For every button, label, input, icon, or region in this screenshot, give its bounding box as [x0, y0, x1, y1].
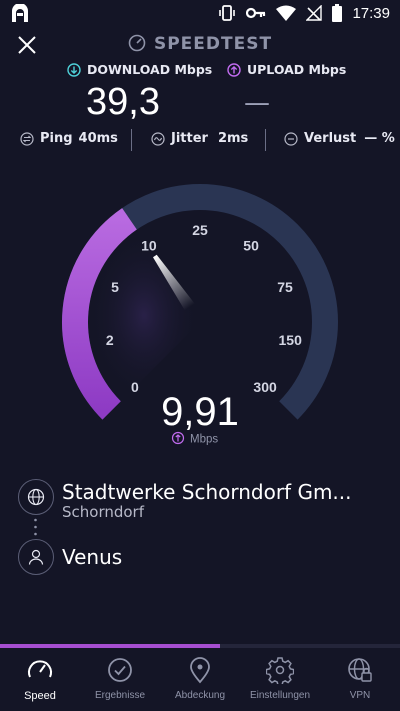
- map-pin-icon: [190, 657, 210, 684]
- status-bar: 17:39: [0, 0, 400, 30]
- speedtest-logo-icon: [128, 34, 146, 57]
- provider-icon-circle: [18, 479, 54, 515]
- gauge-tick-label: 10: [141, 238, 157, 254]
- no-signal-icon: [306, 5, 323, 21]
- upload-value: —: [244, 88, 270, 118]
- stat-divider: [131, 129, 132, 151]
- wifi-icon: [276, 5, 297, 21]
- provider-location: Schorndorf: [62, 503, 145, 521]
- download-icon: [67, 62, 81, 77]
- nav-vpn[interactable]: VPN: [320, 648, 400, 711]
- nav-results[interactable]: Ergebnisse: [80, 648, 160, 711]
- server-info-panel[interactable]: Stadtwerke Schorndorf Gm... Schorndorf V…: [0, 476, 400, 586]
- stats-row: Ping 40ms Jitter 2ms Verlust — %: [0, 127, 400, 153]
- nav-settings-label: Einstellungen: [249, 690, 311, 701]
- current-speed-value: 9,91: [161, 390, 239, 434]
- speed-gauge: 02510255075150300 9,91 Mbps: [62, 184, 338, 446]
- loss-value: — %: [364, 131, 395, 146]
- packet-loss-icon: [284, 131, 298, 146]
- ping-label: Ping: [40, 131, 73, 146]
- loss-stat: Verlust — %: [284, 131, 395, 146]
- nav-settings[interactable]: Einstellungen: [240, 648, 320, 711]
- gauge-tick-label: 150: [279, 332, 303, 348]
- nav-speed-label: Speed: [24, 690, 56, 702]
- upload-label: UPLOAD Mbps: [227, 62, 346, 77]
- battery-icon: [332, 4, 343, 22]
- provider-name: Stadtwerke Schorndorf Gm...: [62, 480, 352, 504]
- gauge-tick-label: 75: [277, 279, 293, 295]
- download-label: DOWNLOAD Mbps: [67, 62, 212, 77]
- vibrate-icon: [219, 5, 236, 21]
- gauge-tick-label: 300: [253, 379, 277, 395]
- gauge-tick-label: 0: [131, 379, 139, 395]
- download-label-text: DOWNLOAD Mbps: [87, 62, 213, 77]
- upload-icon: [227, 62, 241, 77]
- user-icon: [28, 549, 44, 565]
- ping-stat: Ping 40ms: [20, 131, 118, 146]
- loss-label: Verlust: [304, 131, 357, 146]
- gear-icon: [266, 657, 294, 684]
- globe-icon: [27, 488, 45, 506]
- ping-icon: [20, 131, 34, 146]
- current-speed-unit: Mbps: [171, 431, 218, 446]
- stat-divider: [265, 129, 266, 151]
- ping-value: 40ms: [78, 131, 118, 146]
- nav-vpn-label: VPN: [349, 690, 371, 701]
- download-value: 39,3: [86, 81, 160, 123]
- nav-speed[interactable]: Speed: [0, 648, 80, 711]
- nav-coverage[interactable]: Abdeckung: [160, 648, 240, 711]
- vpn-globe-icon: [348, 658, 372, 682]
- gauge-tick-label: 25: [192, 222, 208, 238]
- nav-coverage-label: Abdeckung: [174, 690, 226, 701]
- nav-results-label: Ergebnisse: [94, 690, 146, 701]
- current-speed-unit-text: Mbps: [190, 434, 218, 446]
- jitter-value: 2ms: [217, 131, 249, 146]
- gauge-tick-label: 50: [243, 238, 259, 254]
- notification-app-icon: [12, 3, 28, 22]
- bottom-nav: Speed Ergebnisse Abdeckung Einstellungen…: [0, 648, 400, 711]
- jitter-icon: [151, 131, 165, 146]
- jitter-stat: Jitter 2ms: [151, 131, 248, 146]
- app-title: SPEEDTEST: [0, 34, 400, 57]
- server-icon-circle: [18, 539, 54, 575]
- app-title-text: SPEEDTEST: [153, 34, 273, 54]
- key-icon: [246, 7, 266, 19]
- jitter-label: Jitter: [171, 131, 208, 146]
- clock: 17:39: [352, 4, 390, 22]
- connector-dots: [34, 518, 37, 536]
- upload-label-text: UPLOAD Mbps: [247, 62, 347, 77]
- gauge-tick-label: 5: [111, 279, 119, 295]
- gauge-tick-label: 2: [106, 332, 114, 348]
- speedometer-icon: [28, 660, 52, 678]
- check-circle-icon: [108, 658, 132, 682]
- server-name: Venus: [62, 545, 123, 569]
